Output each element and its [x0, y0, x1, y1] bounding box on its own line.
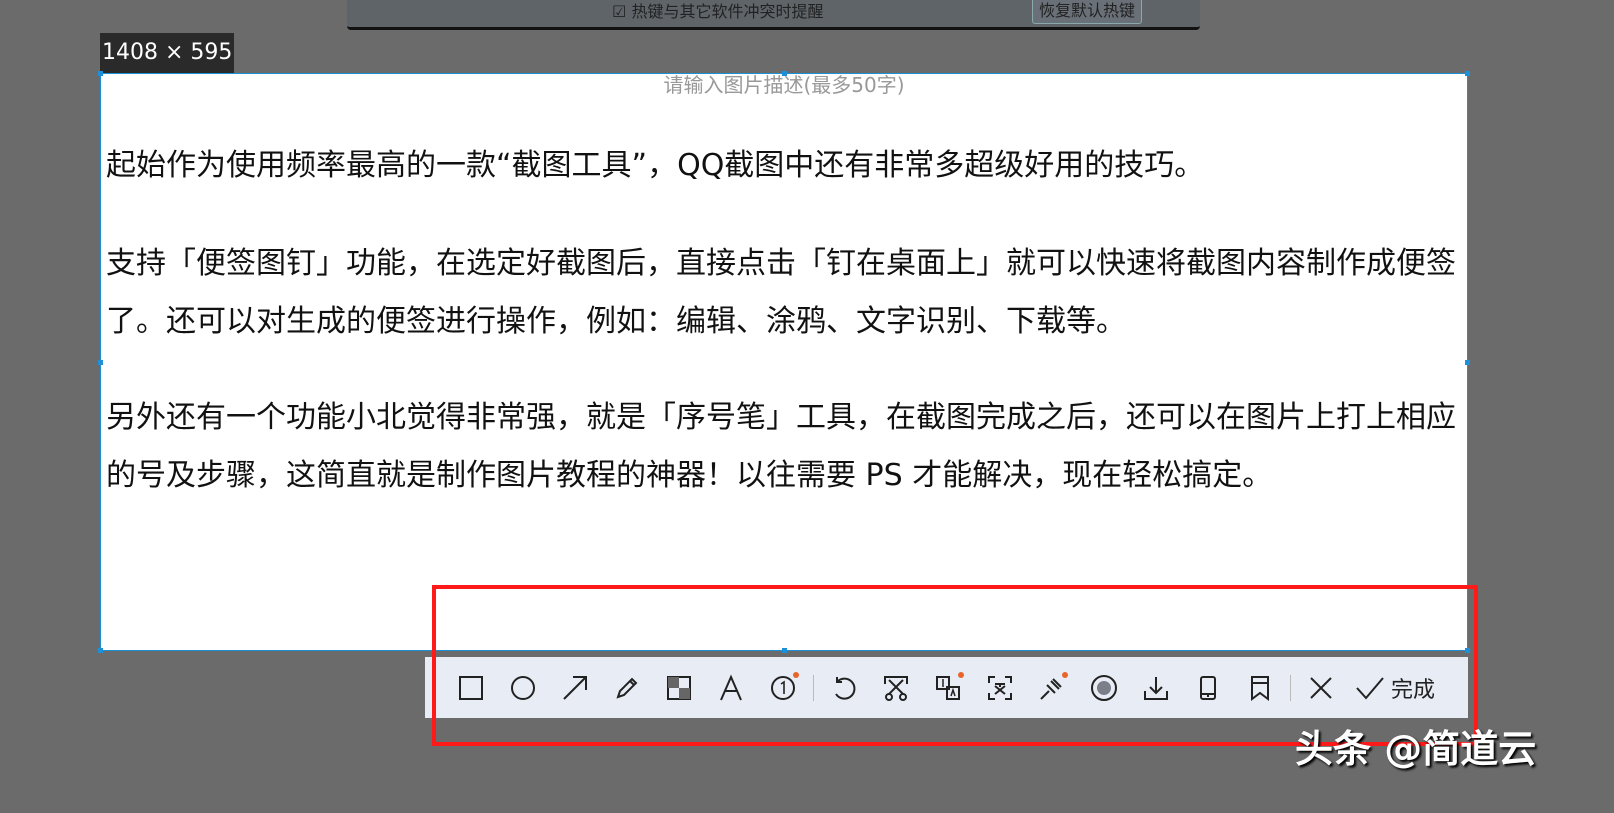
- hotkey-conflict-checkbox: ☑ 热键与其它软件冲突时提醒: [612, 2, 824, 21]
- checkbox-label: 热键与其它软件冲突时提醒: [631, 2, 824, 21]
- resize-handle[interactable]: [1465, 360, 1470, 365]
- screenshot-selection[interactable]: 请输入图片描述(最多50字) 起始作为使用频率最高的一款“截图工具”，QQ截图中…: [98, 71, 1470, 653]
- paragraph: 另外还有一个功能小北觉得非常强，就是「序号笔」工具，在截图完成之后，还可以在图片…: [106, 400, 1456, 493]
- paragraph: 起始作为使用频率最高的一款“截图工具”，QQ截图中还有非常多超级好用的技巧。: [106, 148, 1205, 183]
- paragraph: 支持「便签图钉」功能，在选定好截图后，直接点击「钉在桌面上」就可以快速将截图内容…: [106, 246, 1456, 339]
- background-settings-window: ☑ 热键与其它软件冲突时提醒 恢复默认热键: [347, 0, 1200, 30]
- resize-handle[interactable]: [98, 648, 103, 653]
- selection-size-label: 1408 × 595: [100, 33, 235, 73]
- description-input[interactable]: 请输入图片描述(最多50字): [101, 74, 1467, 96]
- resize-handle[interactable]: [98, 360, 103, 365]
- reset-hotkey-button: 恢复默认热键: [1032, 0, 1143, 24]
- watermark: 头条 @简道云: [1295, 727, 1537, 771]
